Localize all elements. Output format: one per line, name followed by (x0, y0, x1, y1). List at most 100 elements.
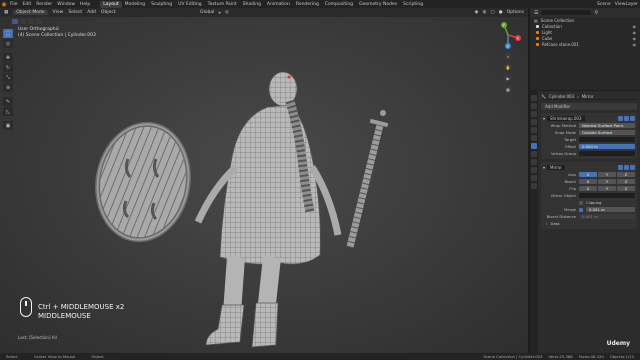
xray-icon[interactable]: ▢ (490, 10, 494, 15)
data-tab-icon[interactable] (531, 175, 537, 181)
flip-x-toggle[interactable]: X (579, 186, 597, 191)
outliner-search-input[interactable] (541, 10, 592, 15)
menu-render[interactable]: Render (36, 2, 52, 7)
character-model[interactable] (194, 71, 342, 348)
shield-model[interactable] (89, 117, 198, 247)
tab-scripting[interactable]: Scripting (400, 1, 426, 8)
tab-layout[interactable]: Layout (100, 0, 122, 8)
scene-selector[interactable]: Scene (597, 2, 611, 7)
tool-tab-icon[interactable] (531, 95, 537, 101)
shading-solid-icon[interactable]: ● (499, 10, 503, 15)
outliner-editor-icon[interactable]: ☰ (534, 10, 538, 16)
add-menu[interactable]: Add (87, 10, 96, 15)
editmode-toggle-icon[interactable] (618, 165, 623, 170)
visibility-icon[interactable]: ◉ (475, 10, 479, 15)
viewport-toggle-icon[interactable] (624, 116, 629, 121)
axis-gizmo-icon[interactable]: X Y Z (494, 21, 522, 49)
zoom-icon[interactable]: ⌕ (504, 52, 512, 60)
flip-y-toggle[interactable]: Y (598, 186, 616, 191)
tab-uv-editing[interactable]: UV Editing (175, 1, 204, 8)
orientation-selector[interactable]: Global (200, 10, 214, 16)
clipping-checkbox[interactable] (579, 200, 583, 205)
merge-field[interactable]: 0.001 m (586, 207, 635, 212)
select-menu[interactable]: Select (68, 10, 82, 15)
proportional-edit-icon[interactable]: ◎ (225, 10, 229, 16)
snap-icon[interactable]: ⌖ (218, 10, 221, 16)
menu-window[interactable]: Window (57, 2, 75, 7)
transform-tool-icon[interactable]: ⊕ (3, 83, 13, 92)
expand-icon[interactable]: ▾ (543, 165, 545, 170)
grid-toggle-icon[interactable]: ▦ (504, 85, 512, 93)
mode-selector[interactable]: Object Mode (13, 10, 48, 15)
add-modifier-button[interactable]: Add Modifier (541, 103, 637, 110)
render-toggle-icon[interactable] (630, 165, 635, 170)
mirror-name-field[interactable]: Mirror (547, 165, 565, 170)
filter-icon[interactable]: ⚲ (594, 10, 598, 16)
tab-compositing[interactable]: Compositing (322, 1, 356, 8)
pan-hand-icon[interactable]: ✋ (504, 63, 512, 71)
render-tab-icon[interactable] (531, 103, 537, 109)
sword-model[interactable] (346, 110, 389, 248)
merge-checkbox[interactable] (579, 207, 583, 212)
mirror-object-field[interactable] (579, 193, 635, 198)
target-field[interactable] (579, 137, 635, 142)
scale-tool-icon[interactable]: ⤡ (3, 73, 13, 82)
menu-help[interactable]: Help (80, 2, 90, 7)
eye-icon[interactable]: ◉ (633, 42, 637, 47)
physics-tab-icon[interactable] (531, 159, 537, 165)
render-toggle-icon[interactable] (630, 116, 635, 121)
data-subpanel[interactable]: › Data (543, 220, 635, 227)
rotate-tool-icon[interactable]: ↻ (3, 63, 13, 72)
bisect-distance-field[interactable]: 0.001 m (579, 214, 635, 219)
select-tool-icon[interactable]: ⬚ (3, 29, 13, 38)
tab-sculpting[interactable]: Sculpting (148, 1, 175, 8)
tab-shading[interactable]: Shading (240, 1, 264, 8)
view-menu[interactable]: View (53, 10, 64, 15)
particles-tab-icon[interactable] (531, 151, 537, 157)
bisect-z-toggle[interactable]: Z (617, 179, 635, 184)
camera-view-icon[interactable]: ▶ (504, 74, 512, 82)
tab-animation[interactable]: Animation (264, 1, 293, 8)
axis-x-toggle[interactable]: X (579, 172, 597, 177)
tab-texture-paint[interactable]: Texture Paint (205, 1, 240, 8)
offset-field[interactable]: 0.004 m (579, 144, 635, 149)
measure-tool-icon[interactable]: ◺ (3, 107, 13, 116)
shrinkwrap-name-field[interactable]: Shrinkwrap.003 (547, 116, 585, 121)
editmode-toggle-icon[interactable] (618, 116, 623, 121)
constraints-tab-icon[interactable] (531, 167, 537, 173)
modifier-tab-icon[interactable] (531, 143, 537, 149)
eye-icon[interactable]: ◉ (633, 36, 637, 41)
select-mode-new-icon[interactable] (12, 18, 18, 24)
scene-tab-icon[interactable] (531, 119, 537, 125)
last-operator-panel[interactable]: Last: [Selection] All (18, 335, 57, 340)
annotate-tool-icon[interactable]: ✎ (3, 97, 13, 106)
eye-icon[interactable]: ◉ (633, 30, 637, 35)
bisect-y-toggle[interactable]: Y (598, 179, 616, 184)
axis-y-toggle[interactable]: Y (598, 172, 616, 177)
select-mode-invert-icon[interactable] (36, 18, 42, 24)
add-cube-tool-icon[interactable]: ▣ (3, 121, 13, 130)
cursor-tool-icon[interactable]: ◎ (3, 39, 13, 48)
snap-mode-select[interactable]: Outside Surface (579, 130, 635, 135)
viewport-toggle-icon[interactable] (624, 165, 629, 170)
menu-file[interactable]: File (10, 2, 18, 7)
editor-type-icon[interactable]: ▦ (4, 10, 8, 15)
shrinkwrap-header[interactable]: ▾ Shrinkwrap.003 (543, 115, 635, 122)
tab-modeling[interactable]: Modeling (122, 1, 148, 8)
tab-geometry-nodes[interactable]: Geometry Nodes (356, 1, 400, 8)
select-mode-subtract-icon[interactable] (28, 18, 34, 24)
options-dropdown[interactable]: Options (507, 10, 524, 15)
mirror-header[interactable]: ▾ Mirror (543, 164, 635, 171)
select-mode-extend-icon[interactable] (20, 18, 26, 24)
flip-z-toggle[interactable]: Z (617, 186, 635, 191)
move-tool-icon[interactable]: ✥ (3, 53, 13, 62)
menu-edit[interactable]: Edit (23, 2, 32, 7)
output-tab-icon[interactable] (531, 111, 537, 117)
view-layer-selector[interactable]: ViewLayer (615, 2, 638, 7)
3d-viewport[interactable]: User Orthographic (4) Scene Collection |… (0, 17, 528, 353)
object-menu[interactable]: Object (101, 10, 116, 15)
wrap-method-select[interactable]: Nearest Surface Point (579, 123, 635, 128)
eye-icon[interactable]: ◉ (633, 24, 637, 29)
axis-z-toggle[interactable]: Z (617, 172, 635, 177)
world-tab-icon[interactable] (531, 127, 537, 133)
